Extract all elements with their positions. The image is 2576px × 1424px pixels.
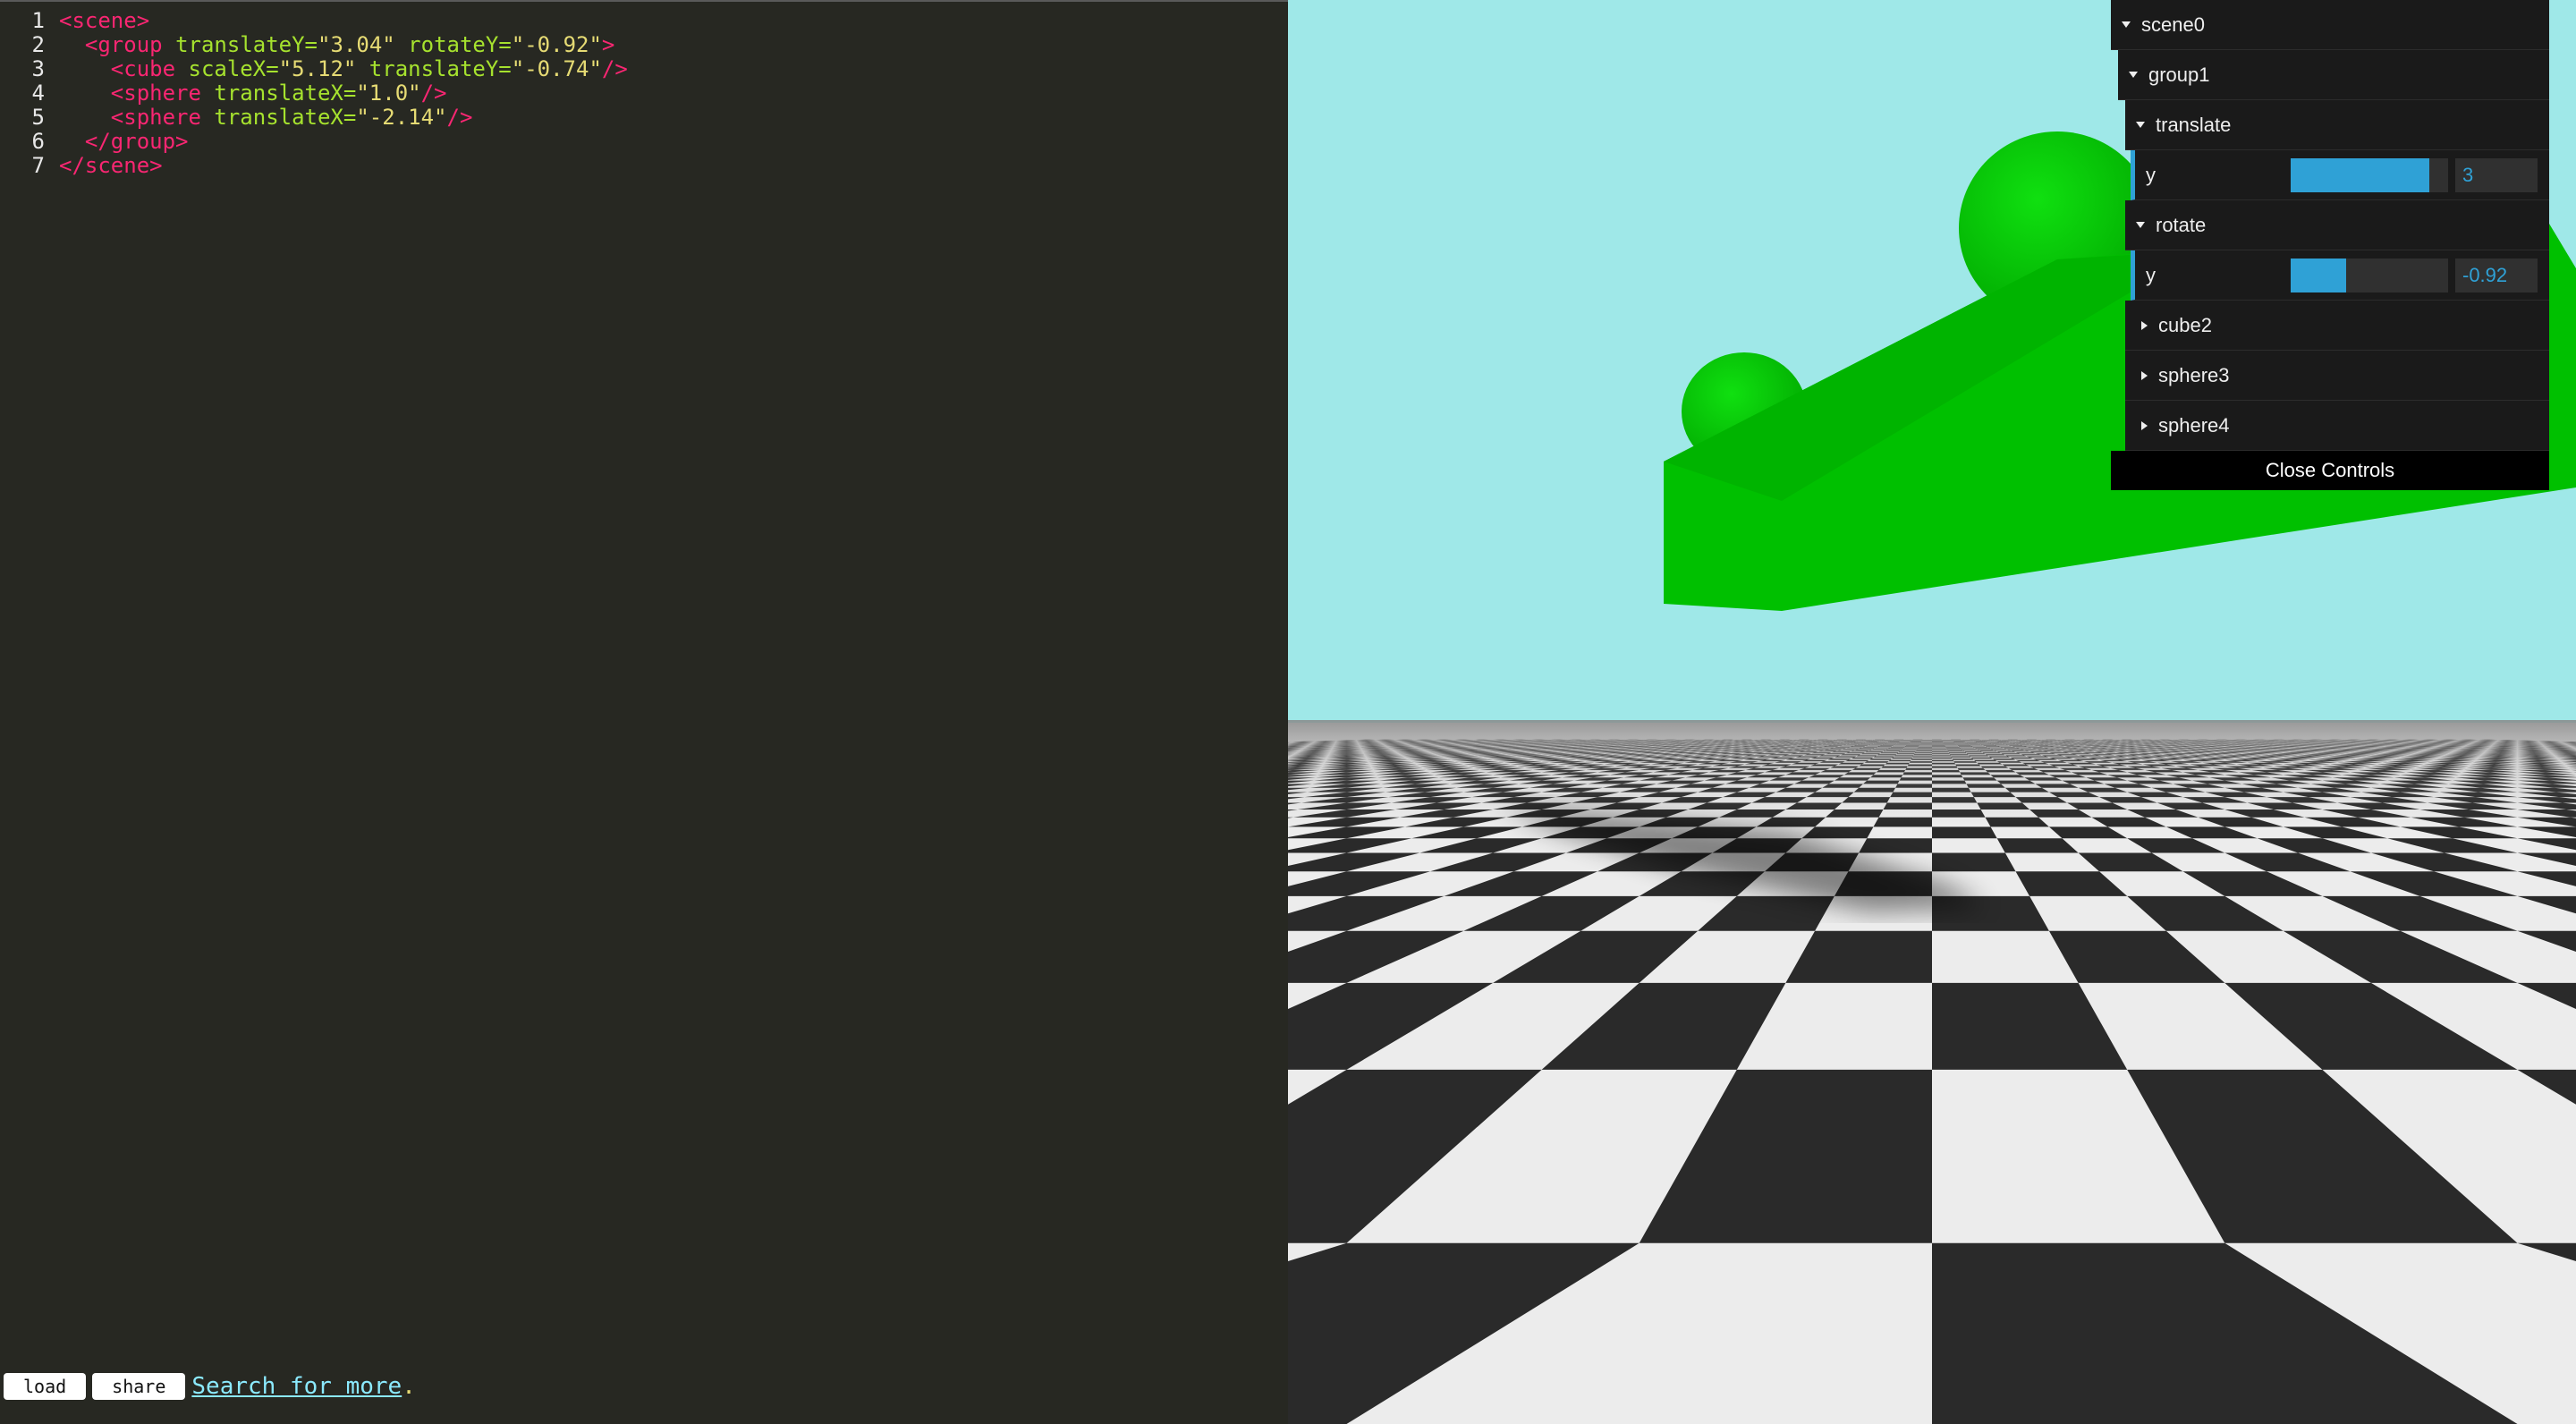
line-number: 2	[31, 32, 45, 57]
code-token: translateY=	[175, 32, 318, 57]
code-token: translateY=	[356, 56, 512, 81]
translate-y-input[interactable]: 3	[2455, 157, 2538, 192]
folder-sphere3[interactable]: sphere3	[2125, 351, 2549, 401]
control-label: y	[2146, 263, 2156, 286]
code-line: 4 <sphere translateX="1.0"/>	[0, 81, 628, 106]
folder-cube2[interactable]: cube2	[2125, 301, 2549, 351]
code-token: scaleX=	[188, 56, 279, 81]
translate-y-control: y 3	[2131, 150, 2549, 200]
code-line: 7 </scene>	[0, 154, 628, 178]
translate-y-slider[interactable]	[2291, 157, 2448, 192]
folder-translate[interactable]: translate	[2125, 100, 2549, 150]
code-token: "5.12"	[278, 56, 357, 81]
rotate-y-slider[interactable]	[2291, 258, 2448, 292]
folder-label: sphere4	[2158, 413, 2230, 437]
code-token: "3.04"	[318, 32, 395, 57]
line-number: 3	[31, 56, 45, 81]
line-number: 6	[31, 129, 45, 154]
code-token: rotateY=	[394, 32, 512, 57]
folder-label: scene0	[2141, 13, 2205, 36]
slider-fill	[2291, 157, 2429, 192]
code-line: 5 <sphere translateX="-2.14"/>	[0, 106, 628, 130]
code-lines: 1 <scene> 2 <group translateY="3.04" rotat…	[0, 9, 628, 178]
chevron-right-icon	[2141, 320, 2148, 330]
code-text: <scene>	[59, 9, 149, 33]
folder-label: group1	[2148, 63, 2210, 86]
folder-scene0[interactable]: scene0	[2111, 0, 2549, 50]
rotate-y-input[interactable]: -0.92	[2455, 258, 2538, 292]
code-line: 2 <group translateY="3.04" rotateY="-0.9…	[0, 33, 628, 57]
search-link-period: .	[402, 1373, 416, 1400]
code-line: 6 </group>	[0, 130, 628, 154]
chevron-down-icon	[2136, 222, 2145, 228]
controls-panel: scene0 group1 translate y 3 rotate y -0.…	[2111, 0, 2549, 490]
search-link[interactable]: Search for more	[191, 1373, 402, 1400]
code-token: />	[420, 81, 447, 106]
chevron-right-icon	[2141, 420, 2148, 430]
code-token: </group>	[84, 129, 189, 154]
folder-label: rotate	[2156, 213, 2207, 236]
rotate-y-control: y -0.92	[2131, 250, 2549, 301]
code-token: <group	[84, 32, 176, 57]
line-number: 4	[31, 81, 45, 106]
code-token: translateX=	[214, 81, 357, 106]
line-number: 7	[31, 153, 45, 178]
chevron-down-icon	[2122, 21, 2131, 28]
folder-label: translate	[2156, 113, 2232, 136]
editor-toolbar: load share Search for more.	[4, 1373, 416, 1400]
code-line: 3 <cube scaleX="5.12" translateY="-0.74"…	[0, 57, 628, 81]
code-line: 1 <scene>	[0, 9, 628, 33]
code-token: "-0.74"	[511, 56, 602, 81]
line-number: 5	[31, 105, 45, 130]
code-token: "-0.92"	[511, 32, 602, 57]
code-text: <cube scaleX="5.12" translateY="-0.74"/>	[59, 57, 628, 81]
code-token: />	[446, 105, 473, 130]
code-text: <group translateY="3.04" rotateY="-0.92"…	[59, 33, 614, 57]
line-number: 1	[31, 8, 45, 33]
code-token: <cube	[110, 56, 189, 81]
share-button[interactable]: share	[92, 1373, 186, 1400]
code-text: </group>	[59, 130, 189, 154]
chevron-down-icon	[2129, 72, 2138, 78]
code-token: translateX=	[214, 105, 357, 130]
code-token: >	[601, 32, 615, 57]
folder-group1[interactable]: group1	[2118, 50, 2549, 100]
code-token: <sphere	[110, 81, 215, 106]
code-token: "1.0"	[356, 81, 421, 106]
slider-fill	[2291, 258, 2346, 292]
code-token: <scene>	[59, 8, 150, 33]
code-text: <sphere translateX="1.0"/>	[59, 81, 447, 106]
chevron-right-icon	[2141, 370, 2148, 380]
code-editor[interactable]: 1 <scene> 2 <group translateY="3.04" rotat…	[0, 0, 1288, 1424]
code-token: </scene>	[59, 153, 163, 178]
control-label: y	[2146, 163, 2156, 186]
code-token: "-2.14"	[356, 105, 447, 130]
folder-rotate[interactable]: rotate	[2125, 200, 2549, 250]
folder-label: sphere3	[2158, 363, 2230, 386]
code-token: />	[601, 56, 628, 81]
code-text: <sphere translateX="-2.14"/>	[59, 105, 473, 130]
code-text: </scene>	[59, 154, 163, 178]
code-token: <sphere	[110, 105, 215, 130]
chevron-down-icon	[2136, 122, 2145, 128]
folder-label: cube2	[2158, 313, 2212, 336]
folder-sphere4[interactable]: sphere4	[2125, 401, 2549, 451]
close-controls-button[interactable]: Close Controls	[2111, 451, 2549, 490]
load-button[interactable]: load	[4, 1373, 87, 1400]
